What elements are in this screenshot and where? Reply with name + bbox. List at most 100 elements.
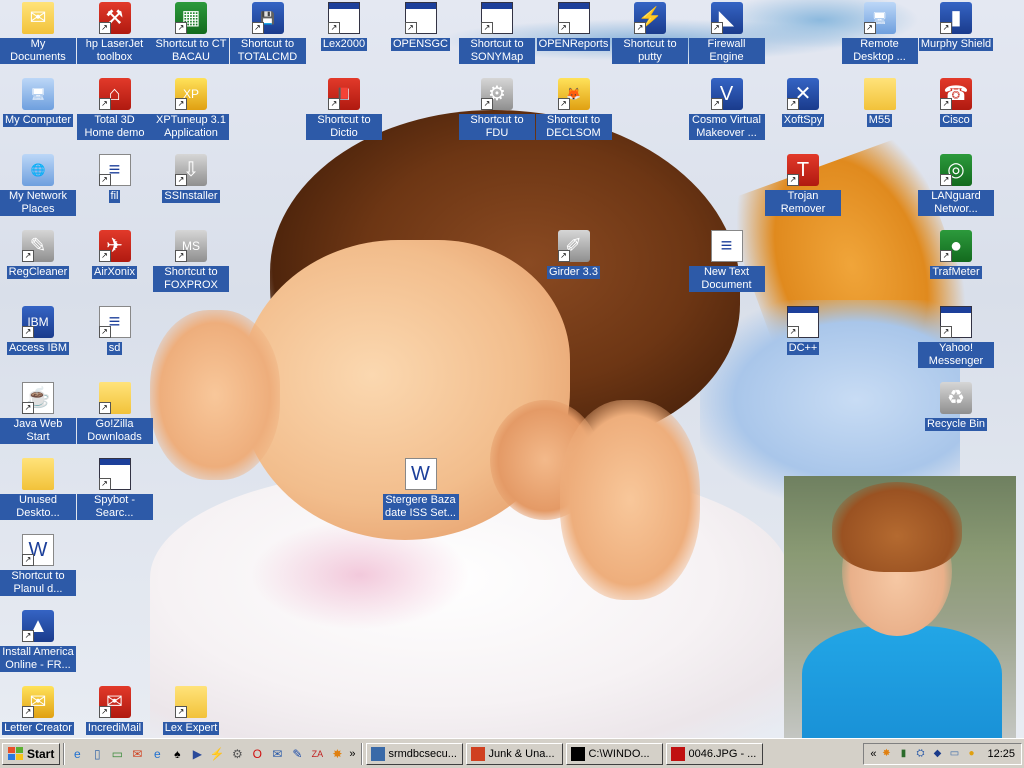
- desktop-icon-label: Cosmo Virtual Makeover ...: [688, 114, 765, 140]
- notepad-icon: ≡ ↗: [98, 154, 131, 186]
- desktop-icon[interactable]: ⌂ ↗ Total 3D Home demo: [76, 78, 153, 141]
- desktop-icon[interactable]: ✉ ↗ Letter Creator: [0, 686, 76, 736]
- desktop-icon[interactable]: W ↗ Shortcut to Planul d...: [0, 534, 76, 597]
- desktop-quicklaunch-icon[interactable]: ▭: [108, 745, 126, 763]
- shortcut-arrow-icon: ↗: [940, 22, 952, 34]
- desktop-icon[interactable]: 🖥 My Computer: [0, 78, 76, 128]
- desktop-icon[interactable]: ✉ ↗ IncrediMail: [77, 686, 153, 736]
- desktop-icon-label: Firewall Engine: [688, 38, 765, 64]
- desktop-icon[interactable]: ⚙ ↗ Shortcut to FDU: [459, 78, 535, 141]
- start-button[interactable]: Start: [2, 742, 61, 765]
- task-button-label: C:\WINDO...: [588, 747, 650, 760]
- desktop-icon[interactable]: W Stergere Baza date ISS Set...: [382, 458, 459, 521]
- desktop-icon[interactable]: 📕 ↗ Shortcut to Dictio: [306, 78, 382, 141]
- desktop-icon[interactable]: ▦ ↗ Shortcut to CT BACAU: [153, 2, 229, 65]
- burst-tray-icon[interactable]: ✸: [879, 747, 893, 761]
- paint-quicklaunch-icon[interactable]: ✎: [288, 745, 306, 763]
- task-button[interactable]: C:\WINDO...: [566, 742, 664, 765]
- desktop-icon[interactable]: 🌐 My Network Places: [0, 154, 76, 217]
- desktop-icon[interactable]: ▮ ↗ Murphy Shield: [918, 2, 994, 52]
- desktop-icon[interactable]: ↗ DC++: [765, 306, 841, 356]
- quick-launch-chevron[interactable]: »: [346, 748, 358, 760]
- folder-icon: [22, 458, 54, 490]
- desktop-icon[interactable]: ↗ Yahoo! Messenger: [918, 306, 994, 369]
- zonealarm-quicklaunch-icon[interactable]: ZA: [308, 745, 326, 763]
- winamp-quicklaunch-icon[interactable]: ⚡: [208, 745, 226, 763]
- desktop-icon[interactable]: ☕ ↗ Java Web Start: [0, 382, 76, 445]
- desktop-icon[interactable]: ✕ ↗ XoftSpy: [765, 78, 841, 128]
- monitor-tray-icon[interactable]: ▭: [947, 747, 961, 761]
- incredimail-quicklaunch-icon[interactable]: ✉: [128, 745, 146, 763]
- desktop-icon[interactable]: ⚒ ↗ hp LaserJet toolbox: [76, 2, 153, 65]
- desktop-icon[interactable]: V ↗ Cosmo Virtual Makeover ...: [688, 78, 765, 141]
- desktop-icon[interactable]: MS ↗ Shortcut to FOXPROX: [153, 230, 229, 293]
- desktop-icon[interactable]: XP ↗ XPTuneup 3.1 Application: [153, 78, 229, 141]
- shortcut-arrow-icon: ↗: [98, 98, 111, 110]
- desktop-icon[interactable]: 💾 ↗ Shortcut to TOTALCMD: [229, 2, 306, 65]
- desktop-icon[interactable]: 🖥 ↗ Remote Desktop ...: [841, 2, 918, 65]
- ie2-quicklaunch-icon[interactable]: e: [148, 745, 166, 763]
- desktop-icon[interactable]: ✈ ↗ AirXonix: [77, 230, 153, 280]
- desktop-icon[interactable]: ✐ ↗ Girder 3.3: [536, 230, 612, 280]
- opera-quicklaunch-icon[interactable]: O: [248, 745, 266, 763]
- media-quicklaunch-icon[interactable]: ▶: [188, 745, 206, 763]
- shortcut-arrow-icon: ↗: [634, 22, 646, 34]
- task-button[interactable]: 0046.JPG - ...: [666, 742, 764, 765]
- desktop-icon[interactable]: ☎ ↗ Cisco: [918, 78, 994, 128]
- desktop-icon[interactable]: ✎ ↗ RegCleaner: [0, 230, 76, 280]
- desktop-icon[interactable]: ◎ ↗ LANguard Networ...: [918, 154, 994, 217]
- solitaire-quicklaunch-icon[interactable]: ♠: [168, 745, 186, 763]
- desktop-icon-label: Girder 3.3: [547, 266, 600, 279]
- desktop-icon[interactable]: ↗ Go!Zilla Downloads: [76, 382, 153, 445]
- desktop-icon-label: Go!Zilla Downloads: [76, 418, 153, 444]
- taskbar-separator: [63, 742, 66, 765]
- shortcut-arrow-icon: ↗: [22, 250, 34, 262]
- desktop-icon[interactable]: ↗ OPENReports: [536, 2, 612, 52]
- desktop-icon[interactable]: ● ↗ TrafMeter: [918, 230, 994, 280]
- network-tray-icon[interactable]: ⛭: [913, 747, 927, 761]
- tray-chevron[interactable]: «: [870, 748, 876, 760]
- desktop[interactable]: ✉ My Documents ⚒ ↗ hp LaserJet toolbox ▦ ↗ Shor…: [0, 0, 1024, 738]
- app-window-icon: ↗: [940, 306, 972, 338]
- desktop-icon[interactable]: ◣ ↗ Firewall Engine: [688, 2, 765, 65]
- meter-tray-icon[interactable]: ▮: [896, 747, 910, 761]
- desktop-icon[interactable]: ≡ New Text Document: [688, 230, 765, 293]
- app-window-icon: ↗: [404, 2, 437, 34]
- zonealarm-tray-icon[interactable]: ●: [964, 747, 978, 761]
- gear-quicklaunch-icon[interactable]: ⚙: [228, 745, 246, 763]
- desktop-icon-label: My Documents: [0, 38, 76, 64]
- desktop-icon[interactable]: M55: [842, 78, 918, 128]
- desktop-icon[interactable]: ✉ My Documents: [0, 2, 76, 65]
- desktop-icon[interactable]: ↗ Shortcut to SONYMap: [459, 2, 535, 65]
- desktop-icon[interactable]: ↗ Lex Expert: [153, 686, 229, 736]
- desktop-icon[interactable]: IBM ↗ Access IBM: [0, 306, 76, 356]
- task-button[interactable]: srmdbcsecu...: [366, 742, 464, 765]
- task-button[interactable]: Junk & Una...: [466, 742, 564, 765]
- ie-quicklaunch-icon[interactable]: e: [68, 745, 86, 763]
- clock[interactable]: 12:25: [987, 748, 1015, 760]
- desktop-icon[interactable]: ⚡ ↗ Shortcut to putty: [612, 2, 688, 65]
- desktop-icon[interactable]: ↗ Spybot - Searc...: [76, 458, 153, 521]
- outlook-quicklaunch-icon[interactable]: ✉: [268, 745, 286, 763]
- desktop-icon-label: My Network Places: [0, 190, 76, 216]
- desktop-icon[interactable]: ♻ Recycle Bin: [918, 382, 994, 432]
- desktop-icon[interactable]: ≡ ↗ sd: [77, 306, 153, 356]
- shield-tray-icon[interactable]: ◆: [930, 747, 944, 761]
- desktop-icon-label: Shortcut to FDU: [459, 114, 535, 140]
- desktop-icon-label: Shortcut to CT BACAU: [153, 38, 229, 64]
- desktop-icon-label: Stergere Baza date ISS Set...: [382, 494, 459, 520]
- shortcut-arrow-icon: ↗: [787, 326, 799, 338]
- desktop-icon[interactable]: ▲ ↗ Install America Online - FR...: [0, 610, 76, 673]
- desktop-icon[interactable]: Unused Deskto...: [0, 458, 76, 521]
- desktop-icon[interactable]: T ↗ Trojan Remover: [765, 154, 841, 217]
- desktop-icon[interactable]: ↗ Lex2000: [306, 2, 382, 52]
- desktop-icon[interactable]: 🦊 ↗ Shortcut to DECLSOM: [535, 78, 612, 141]
- desktop-icon[interactable]: ⇩ ↗ SSInstaller: [153, 154, 229, 204]
- notepad-quicklaunch-icon[interactable]: ▯: [88, 745, 106, 763]
- desktop-icon[interactable]: ↗ OPENSGC: [383, 2, 459, 52]
- aol-icon: ▲ ↗: [22, 610, 54, 642]
- shortcut-arrow-icon: ↗: [175, 98, 187, 110]
- desktop-icon[interactable]: ≡ ↗ fil: [77, 154, 153, 204]
- burst-quicklaunch-icon[interactable]: ✸: [328, 745, 346, 763]
- taskbar-separator: [361, 742, 364, 765]
